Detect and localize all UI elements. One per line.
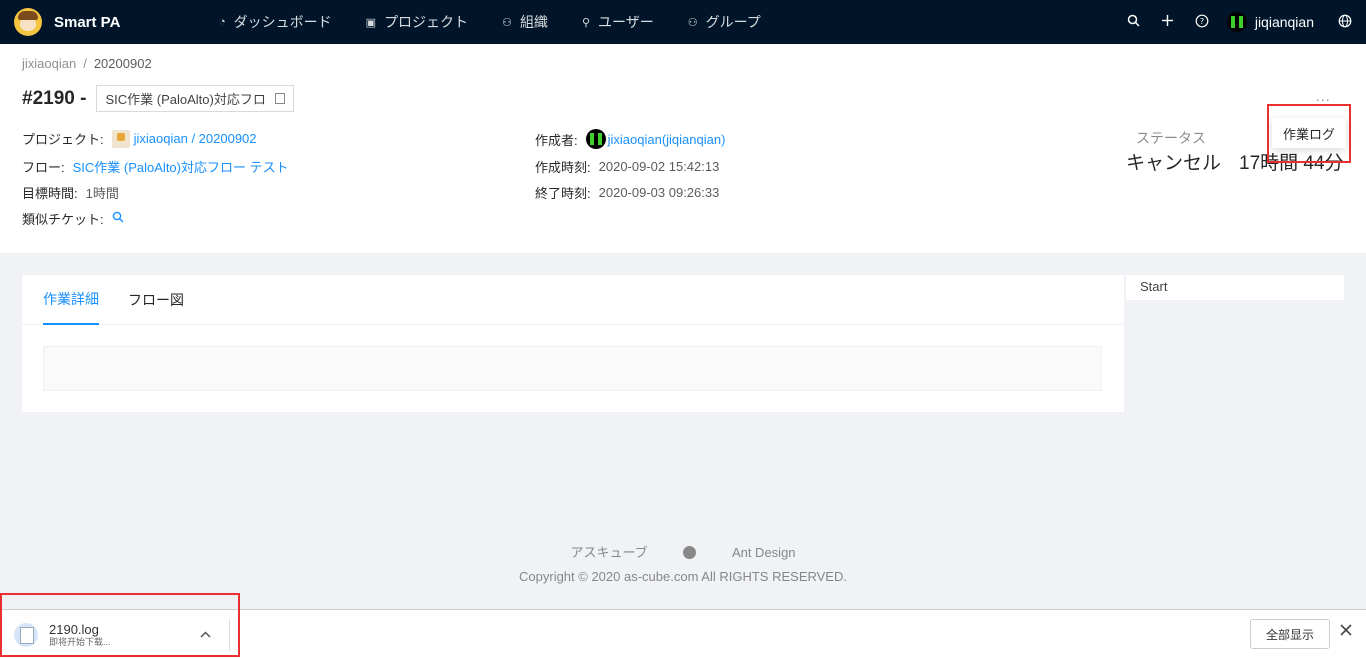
project-link[interactable]: jixiaoqian / 20200902 bbox=[134, 131, 257, 146]
menu-item-label: ダッシュボード bbox=[233, 14, 332, 30]
menu-item-organization[interactable]: ⚇ 組織 bbox=[485, 0, 565, 44]
ended-value: 2020-09-03 09:26:33 bbox=[598, 185, 720, 200]
dashboard-icon: ◔ bbox=[219, 16, 226, 28]
highlight-box bbox=[1267, 104, 1351, 163]
detail-card: 作業詳細 フロー図 bbox=[22, 275, 1124, 412]
avatar bbox=[585, 129, 606, 149]
created-value: 2020-09-02 15:42:13 bbox=[598, 159, 720, 174]
footer-link-antdesign[interactable]: Ant Design bbox=[732, 545, 796, 560]
team-icon: ⚇ bbox=[502, 16, 512, 29]
side-step-start: Start bbox=[1126, 275, 1344, 300]
app-title: Smart PA bbox=[54, 13, 121, 31]
close-icon[interactable] bbox=[1340, 623, 1352, 641]
footer-link-ascube[interactable]: アスキューブ bbox=[570, 545, 647, 560]
avatar bbox=[1226, 12, 1247, 32]
page-header: jixiaoqian / 20200902 #2190 - SIC作業 (PaloA… bbox=[0, 44, 1366, 253]
plus-icon[interactable] bbox=[1151, 14, 1185, 30]
breadcrumb: jixiaoqian / 20200902 bbox=[22, 56, 152, 71]
detail-panel bbox=[43, 346, 1102, 391]
main-menu: ◔ ダッシュボード ▣ プロジェクト ⚇ 組織 ⚲ ユーザー ⚇ グループ bbox=[202, 0, 778, 44]
flow-row: フロー: SIC作業 (PaloAlto)対応フロー テスト bbox=[22, 157, 289, 176]
ended-row: 終了時刻: 2020-09-03 09:26:33 bbox=[535, 183, 719, 202]
step-label: Start bbox=[1140, 279, 1168, 294]
more-button[interactable]: ... bbox=[1316, 88, 1331, 104]
menu-item-label: ユーザー bbox=[598, 14, 654, 30]
target-label: 目標時間: bbox=[22, 186, 78, 201]
author-link[interactable]: jixiaoqian(jiqianqian) bbox=[608, 132, 726, 147]
breadcrumb-item: 20200902 bbox=[93, 56, 152, 71]
tab-work-detail[interactable]: 作業詳細 bbox=[43, 275, 99, 325]
globe-icon[interactable] bbox=[1328, 14, 1362, 31]
menu-item-user[interactable]: ⚲ ユーザー bbox=[565, 0, 671, 44]
copy-icon[interactable] bbox=[275, 93, 286, 104]
help-icon[interactable]: ? bbox=[1185, 14, 1219, 31]
show-all-label: 全部显示 bbox=[1265, 627, 1314, 642]
logo-avatar bbox=[14, 8, 42, 36]
project-label: プロジェクト: bbox=[22, 132, 104, 147]
menu-item-group[interactable]: ⚇ グループ bbox=[671, 0, 778, 44]
search-icon[interactable] bbox=[112, 211, 124, 226]
user-name: jiqianqian bbox=[1254, 14, 1314, 30]
github-icon[interactable] bbox=[683, 546, 697, 559]
project-row: プロジェクト: jixiaoqian / 20200902 bbox=[22, 129, 257, 148]
menu-item-label: プロジェクト bbox=[384, 14, 469, 30]
status-label: ステータス bbox=[1136, 130, 1206, 146]
ticket-number: #2190 - bbox=[22, 87, 87, 109]
app-logo[interactable]: Smart PA bbox=[0, 8, 190, 36]
project-icon bbox=[111, 129, 130, 148]
show-all-button[interactable]: 全部显示 bbox=[1250, 619, 1330, 649]
title-row: #2190 - SIC作業 (PaloAlto)対応フロ bbox=[22, 85, 295, 112]
ended-label: 終了時刻: bbox=[535, 186, 591, 201]
user-icon: ⚲ bbox=[581, 16, 590, 29]
project-icon: ▣ bbox=[365, 16, 377, 29]
copyright: Copyright © 2020 as-cube.com All RIGHTS … bbox=[519, 569, 847, 584]
menu-item-dashboard[interactable]: ◔ ダッシュボード bbox=[202, 0, 349, 44]
top-nav: Smart PA ◔ ダッシュボード ▣ プロジェクト ⚇ 組織 ⚲ ユーザー … bbox=[0, 0, 1366, 44]
team-icon: ⚇ bbox=[687, 16, 698, 29]
highlight-box bbox=[0, 593, 240, 657]
user-menu[interactable]: jiqianqian bbox=[1219, 12, 1328, 32]
menu-item-label: グループ bbox=[705, 14, 761, 30]
ticket-title: SIC作業 (PaloAlto)対応フロ bbox=[105, 92, 266, 107]
status-value: キャンセル bbox=[1126, 153, 1222, 174]
svg-text:?: ? bbox=[1200, 17, 1204, 26]
target-row: 目標時間: 1時間 bbox=[22, 183, 119, 202]
tab-label: フロー図 bbox=[128, 292, 184, 308]
similar-row: 類似チケット: bbox=[22, 209, 124, 228]
author-row: 作成者: jixiaoqian(jiqianqian) bbox=[535, 129, 725, 149]
breadcrumb-item[interactable]: jixiaoqian bbox=[22, 56, 76, 71]
target-value: 1時間 bbox=[85, 186, 119, 201]
similar-label: 類似チケット: bbox=[22, 212, 104, 227]
author-label: 作成者: bbox=[535, 132, 578, 148]
flow-link[interactable]: SIC作業 (PaloAlto)対応フロー テスト bbox=[73, 157, 289, 176]
menu-item-label: 組織 bbox=[519, 14, 548, 30]
tab-flow-diagram[interactable]: フロー図 bbox=[128, 275, 184, 325]
nav-right: ? jiqianqian bbox=[1117, 0, 1366, 44]
flow-label: フロー: bbox=[22, 160, 65, 175]
ticket-title-field[interactable]: SIC作業 (PaloAlto)対応フロ bbox=[96, 85, 295, 112]
created-row: 作成時刻: 2020-09-02 15:42:13 bbox=[535, 157, 719, 176]
created-label: 作成時刻: bbox=[535, 160, 591, 175]
search-icon[interactable] bbox=[1117, 14, 1151, 30]
tab-label: 作業詳細 bbox=[43, 291, 99, 307]
breadcrumb-separator: / bbox=[83, 56, 87, 71]
menu-item-project[interactable]: ▣ プロジェクト bbox=[349, 0, 485, 44]
tab-bar: 作業詳細 フロー図 bbox=[22, 275, 1124, 325]
footer-links: アスキューブ Ant Design bbox=[0, 542, 1366, 561]
